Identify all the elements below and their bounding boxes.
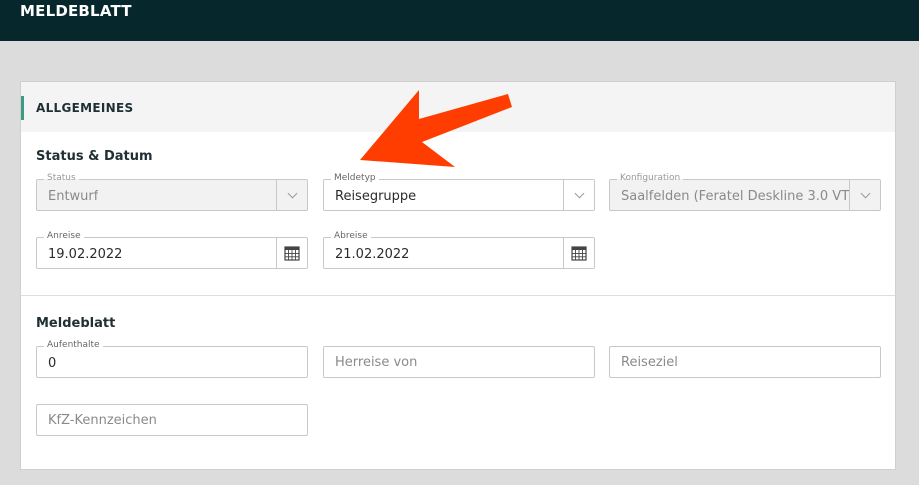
- meldetyp-select[interactable]: Meldetyp Reisegruppe: [323, 173, 595, 211]
- app-title: MELDEBLATT: [20, 2, 132, 20]
- general-card: ALLGEMEINES Status & Datum Status Entwur…: [20, 81, 896, 470]
- abreise-field[interactable]: Abreise 21.02.2022: [323, 231, 595, 269]
- status-label: Status: [44, 173, 79, 184]
- kfz-kennzeichen-field[interactable]: KfZ-Kennzeichen: [36, 404, 308, 436]
- konfiguration-select[interactable]: Konfiguration Saalfelden (Feratel Deskli…: [609, 173, 881, 211]
- top-bar: MELDEBLATT: [0, 0, 919, 41]
- section-divider: [21, 295, 895, 296]
- herreise-von-field[interactable]: Herreise von: [323, 346, 595, 378]
- section-title-status-datum: Status & Datum: [36, 149, 153, 164]
- aufenthalte-field[interactable]: Aufenthalte 0: [36, 340, 308, 378]
- status-value: Entwurf: [48, 189, 99, 204]
- meldetyp-label: Meldetyp: [331, 173, 379, 184]
- status-select[interactable]: Status Entwurf: [36, 173, 308, 211]
- reiseziel-placeholder: Reiseziel: [621, 355, 678, 370]
- chevron-down-icon[interactable]: [849, 180, 880, 210]
- aufenthalte-label: Aufenthalte: [44, 340, 103, 351]
- anreise-field[interactable]: Anreise 19.02.2022: [36, 231, 308, 269]
- calendar-icon[interactable]: [563, 238, 594, 268]
- aufenthalte-value: 0: [48, 356, 57, 371]
- konfiguration-label: Konfiguration: [617, 173, 684, 184]
- reiseziel-field[interactable]: Reiseziel: [609, 346, 881, 378]
- abreise-value: 21.02.2022: [335, 247, 410, 262]
- card-title: ALLGEMEINES: [36, 101, 134, 115]
- anreise-label: Anreise: [44, 231, 84, 242]
- chevron-down-icon[interactable]: [563, 180, 594, 210]
- section-title-meldeblatt: Meldeblatt: [36, 316, 116, 331]
- anreise-value: 19.02.2022: [48, 247, 123, 262]
- card-header-accent: [21, 96, 24, 120]
- meldetyp-value: Reisegruppe: [335, 189, 417, 204]
- card-header: ALLGEMEINES: [21, 82, 895, 132]
- konfiguration-value: Saalfelden (Feratel Deskline 3.0 VT P: [621, 189, 849, 204]
- chevron-down-icon[interactable]: [276, 180, 307, 210]
- calendar-icon[interactable]: [276, 238, 307, 268]
- herreise-von-placeholder: Herreise von: [335, 355, 418, 370]
- kfz-kennzeichen-placeholder: KfZ-Kennzeichen: [48, 413, 157, 428]
- abreise-label: Abreise: [331, 231, 371, 242]
